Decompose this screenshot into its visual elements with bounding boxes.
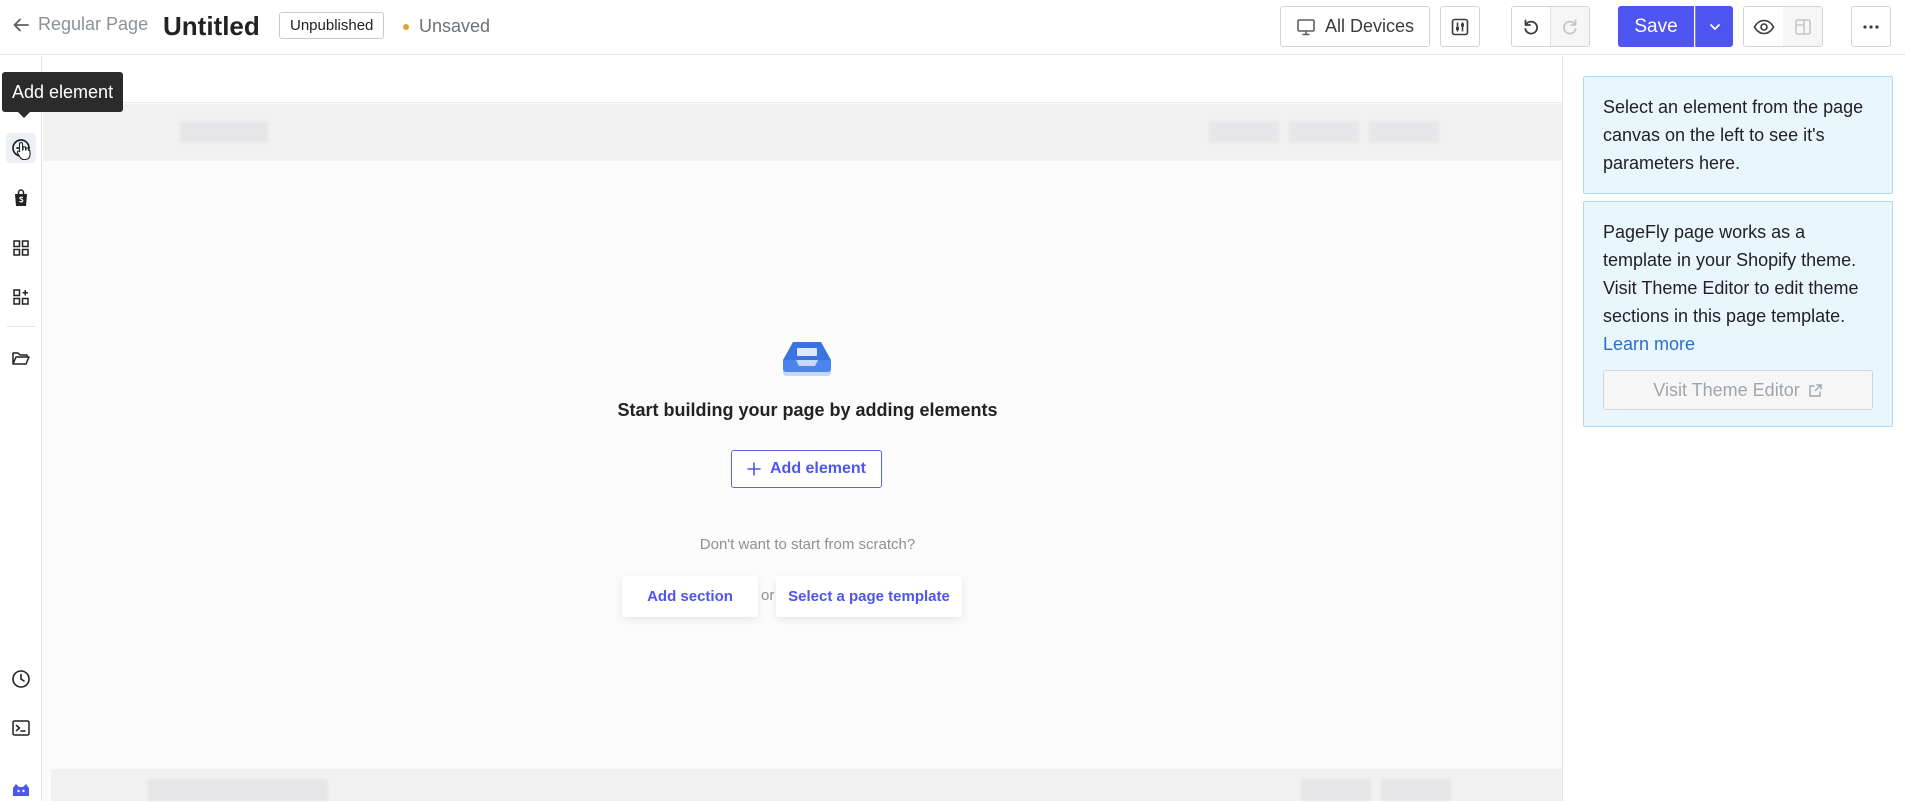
clock-icon — [11, 669, 31, 689]
add-element-button[interactable]: Add element — [731, 450, 882, 488]
theme-footer-placeholder — [51, 769, 1562, 801]
select-template-button[interactable]: Select a page template — [776, 576, 962, 617]
folder-open-icon — [11, 349, 31, 367]
eye-icon — [1753, 19, 1775, 35]
more-horizontal-icon — [1862, 24, 1880, 30]
desktop-icon — [1296, 18, 1316, 36]
selection-hint-card: Select an element from the page canvas o… — [1583, 76, 1893, 194]
placeholder-footer-item — [1301, 779, 1371, 801]
selection-hint-text: Select an element from the page canvas o… — [1603, 97, 1864, 173]
save-state: Unsaved — [403, 16, 490, 37]
theme-template-card: PageFly page works as a template in your… — [1583, 201, 1893, 427]
empty-state: Start building your page by adding eleme… — [43, 56, 1562, 801]
scratch-prompt: Don't want to start from scratch? — [699, 536, 916, 553]
rail-code[interactable] — [6, 713, 36, 743]
avatar-icon — [10, 782, 32, 796]
page-outline-button[interactable] — [1783, 7, 1822, 46]
left-toolbar — [0, 56, 42, 801]
undo-icon — [1521, 17, 1541, 37]
rail-history[interactable] — [6, 664, 36, 694]
sliders-icon — [1450, 17, 1470, 37]
unsaved-dot-icon — [403, 23, 409, 30]
add-section-button[interactable]: Add section — [622, 576, 758, 617]
visit-theme-editor-button[interactable]: Visit Theme Editor — [1603, 370, 1873, 410]
add-element-label: Add element — [769, 460, 866, 477]
settings-sliders-button[interactable] — [1440, 6, 1480, 47]
more-options-button[interactable] — [1851, 6, 1891, 47]
visit-theme-label: Visit Theme Editor — [1653, 380, 1800, 400]
save-button[interactable]: Save — [1618, 6, 1694, 47]
preview-button[interactable] — [1744, 7, 1783, 46]
page-title[interactable]: Untitled — [163, 11, 260, 42]
or-separator: or — [761, 587, 775, 604]
external-link-icon — [1808, 383, 1823, 398]
theme-note-text: PageFly page works as a template in your… — [1603, 222, 1859, 326]
inbox-tray-icon — [779, 338, 835, 378]
preview-controls — [1743, 6, 1823, 47]
back-link[interactable]: Regular Page — [12, 14, 148, 35]
learn-more-link[interactable]: Learn more — [1603, 334, 1695, 354]
layout-icon — [1793, 17, 1813, 37]
rail-divider — [7, 326, 35, 327]
redo-button[interactable] — [1550, 7, 1589, 46]
devices-label: All Devices — [1324, 16, 1415, 36]
undo-button[interactable] — [1512, 7, 1550, 46]
top-bar: Regular Page Untitled Unpublished Unsave… — [0, 0, 1905, 55]
rail-files[interactable] — [6, 343, 36, 373]
plus-icon — [747, 462, 761, 476]
page-canvas[interactable]: Start building your page by adding eleme… — [43, 56, 1562, 801]
save-state-label: Unsaved — [419, 16, 491, 36]
history-controls — [1511, 6, 1590, 47]
save-options-button[interactable] — [1695, 6, 1733, 47]
rail-apps[interactable] — [6, 282, 36, 312]
empty-state-title: Start building your page by adding eleme… — [617, 400, 998, 420]
apps-add-icon — [12, 288, 30, 306]
redo-icon — [1560, 17, 1580, 37]
hand-cursor-icon — [16, 141, 32, 161]
device-selector-button[interactable]: All Devices — [1280, 6, 1430, 47]
placeholder-footer-item — [1381, 779, 1451, 801]
inspector-panel: Select an element from the page canvas o… — [1562, 56, 1905, 801]
status-badge: Unpublished — [279, 12, 385, 39]
back-label: Regular Page — [38, 14, 149, 34]
grid-icon — [12, 239, 30, 257]
placeholder-footer-text — [148, 779, 328, 801]
rail-elements-grid[interactable] — [6, 233, 36, 263]
arrow-left-icon — [12, 16, 30, 34]
chevron-down-icon — [1708, 20, 1722, 34]
rail-shopify[interactable] — [6, 183, 36, 213]
add-element-tooltip: Add element — [2, 72, 124, 112]
tooltip-arrow — [18, 112, 30, 118]
user-avatar[interactable] — [6, 774, 36, 804]
terminal-icon — [11, 719, 31, 737]
shopify-bag-icon — [12, 188, 30, 208]
